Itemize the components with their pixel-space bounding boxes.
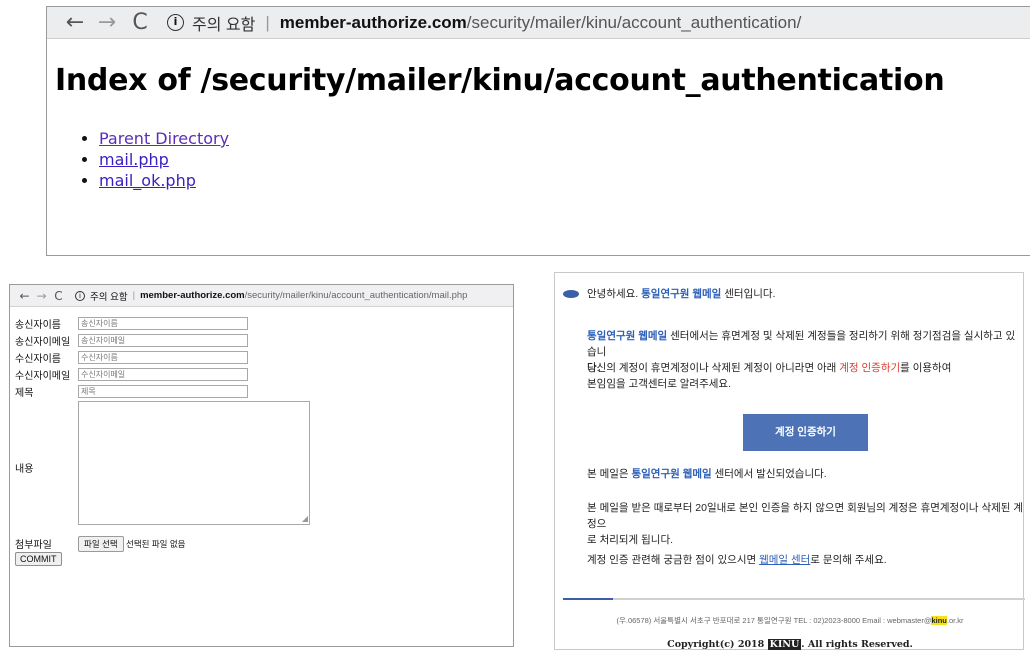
url-separator: | [265,12,270,32]
footer-text: .or.kr [946,616,964,625]
mail-ok-php-link[interactable]: mail_ok.php [99,171,196,190]
page-title: Index of /security/mailer/kinu/account_a… [55,63,945,98]
greeting-suffix: 센터입니다. [721,288,776,300]
brand-logo-icon [563,290,579,298]
divider-accent [563,598,613,600]
url-path: /security/mailer/kinu/account_authentica… [244,290,468,301]
content-textarea[interactable]: ◢ [78,401,310,525]
greeting-line: 안녕하세요. 통일연구원 웹메일 센터입니다. [587,286,775,302]
copyright-text: . All rights Reserved. [801,639,913,650]
mail-php-link[interactable]: mail.php [99,150,169,169]
paragraph-3: 본 메일은 통일연구원 웹메일 센터에서 발신되었습니다. [587,466,827,482]
subject-label: 제목 [15,388,34,399]
url-path: /security/mailer/kinu/account_authentica… [466,12,802,32]
verify-account-button[interactable]: 계정 인증하기 [743,414,868,451]
browser-toolbar: ← → C i 주의 요함 | member-authorize.com/sec… [10,285,513,307]
url-host: member-authorize.com [279,12,467,32]
forward-arrow-icon[interactable]: → [91,8,123,38]
footer-text: (우.06578) 서울특별시 서초구 반포대로 217 통일연구원 TEL :… [616,616,932,625]
directory-listing-window: ← → C i 주의 요함 | member-authorize.com/sec… [46,6,1030,256]
list-item: mail.php [99,149,1030,170]
divider [563,598,1025,600]
list-item: mail_ok.php [99,170,1030,191]
file-status-text: 선택된 파일 없음 [126,539,186,549]
paragraph-text: 본임임을 고객센터로 알려주세요. [587,378,731,390]
sender-name-label: 송신자이름 [15,320,61,331]
address-bar[interactable]: i 주의 요함 | member-authorize.com/security/… [75,289,467,303]
url-separator: | [132,290,136,301]
highlight-text: 계정 인증하기 [839,362,901,374]
paragraph-text: 당신의 계정이 휴면계정이나 삭제된 계정이 아니라면 아래 [587,362,840,374]
receiver-email-label: 수신자이메일 [15,371,71,382]
copyright-brand: KINU [767,639,802,650]
directory-list: Parent Directory mail.php mail_ok.php [99,128,1030,191]
reload-icon[interactable]: C [50,289,67,303]
footer-address: (우.06578) 서울특별시 서초구 반포대로 217 통일연구원 TEL :… [555,615,1025,626]
parent-directory-link[interactable]: Parent Directory [99,129,229,148]
back-arrow-icon[interactable]: ← [59,8,91,38]
back-arrow-icon[interactable]: ← [16,289,33,303]
security-warning: 주의 요함 [192,16,256,34]
copyright: Copyright(c) 2018 KINU. All rights Reser… [555,639,1025,650]
receiver-email-input[interactable]: 수신자이메일 [78,368,248,381]
brand-name: 통일연구원 웹메일 [587,330,668,342]
paragraph-4: 본 메일을 받은 때로부터 20일내로 본인 인증을 하지 않으면 회원님의 계… [587,500,1023,548]
paragraph-text: 로 문의해 주세요. [810,554,887,566]
attachment-label: 첨부파일 [15,540,52,551]
address-bar[interactable]: i 주의 요함 | member-authorize.com/security/… [167,11,801,35]
paragraph-5: 계정 인증 관련해 궁금한 점이 있으시면 웹메일 센터로 문의해 주세요. [587,552,887,568]
paragraph-text: 로 처리되게 됩니다. [587,534,674,546]
mail-form-window: ← → C i 주의 요함 | member-authorize.com/sec… [9,284,514,647]
resize-grip-icon[interactable]: ◢ [302,514,308,523]
email-preview: 안녕하세요. 통일연구원 웹메일 센터입니다. 통일연구원 웹메일 센터에서는 … [554,272,1025,650]
info-icon[interactable]: i [75,290,85,301]
browser-toolbar: ← → C i 주의 요함 | member-authorize.com/sec… [47,7,1030,39]
subject-input[interactable]: 제목 [78,385,248,398]
content-label: 내용 [15,464,34,475]
greeting-text: 안녕하세요. [587,288,642,300]
footer-highlight: kinu [931,616,947,625]
paragraph-text: 본 메일은 [587,468,632,480]
brand-name: 통일연구원 웹메일 [641,288,722,300]
receiver-name-input[interactable]: 수신자이름 [78,351,248,364]
security-warning: 주의 요함 [90,291,128,303]
list-item: Parent Directory [99,128,1030,149]
webmail-center-link[interactable]: 웹메일 센터 [759,554,810,566]
sender-email-input[interactable]: 송신자이메일 [78,334,248,347]
paragraph-text: 센터에서 발신되었습니다. [711,468,827,480]
info-icon[interactable]: i [167,14,184,31]
copyright-text: Copyright(c) 2018 [667,639,768,650]
brand-name: 통일연구원 웹메일 [631,468,712,480]
paragraph-text: 계정 인증 관련해 궁금한 점이 있으시면 [587,554,760,566]
paragraph-text: 본 메일을 받은 때로부터 20일내로 본인 인증을 하지 않으면 회원님의 계… [587,502,1024,530]
reload-icon[interactable]: C [123,10,157,35]
sender-email-label: 송신자이메일 [15,337,71,348]
choose-file-button[interactable]: 파일 선택 [78,536,124,552]
sender-name-input[interactable]: 송신자이름 [78,317,248,330]
receiver-name-label: 수신자이름 [15,354,61,365]
url-host: member-authorize.com [140,290,245,301]
forward-arrow-icon[interactable]: → [33,289,50,303]
paragraph-text: 를 이용하여 [900,362,952,374]
paragraph-2: 당신의 계정이 휴면계정이나 삭제된 계정이 아니라면 아래 계정 인증하기를 … [587,360,1019,392]
commit-button[interactable]: COMMIT [15,552,62,566]
